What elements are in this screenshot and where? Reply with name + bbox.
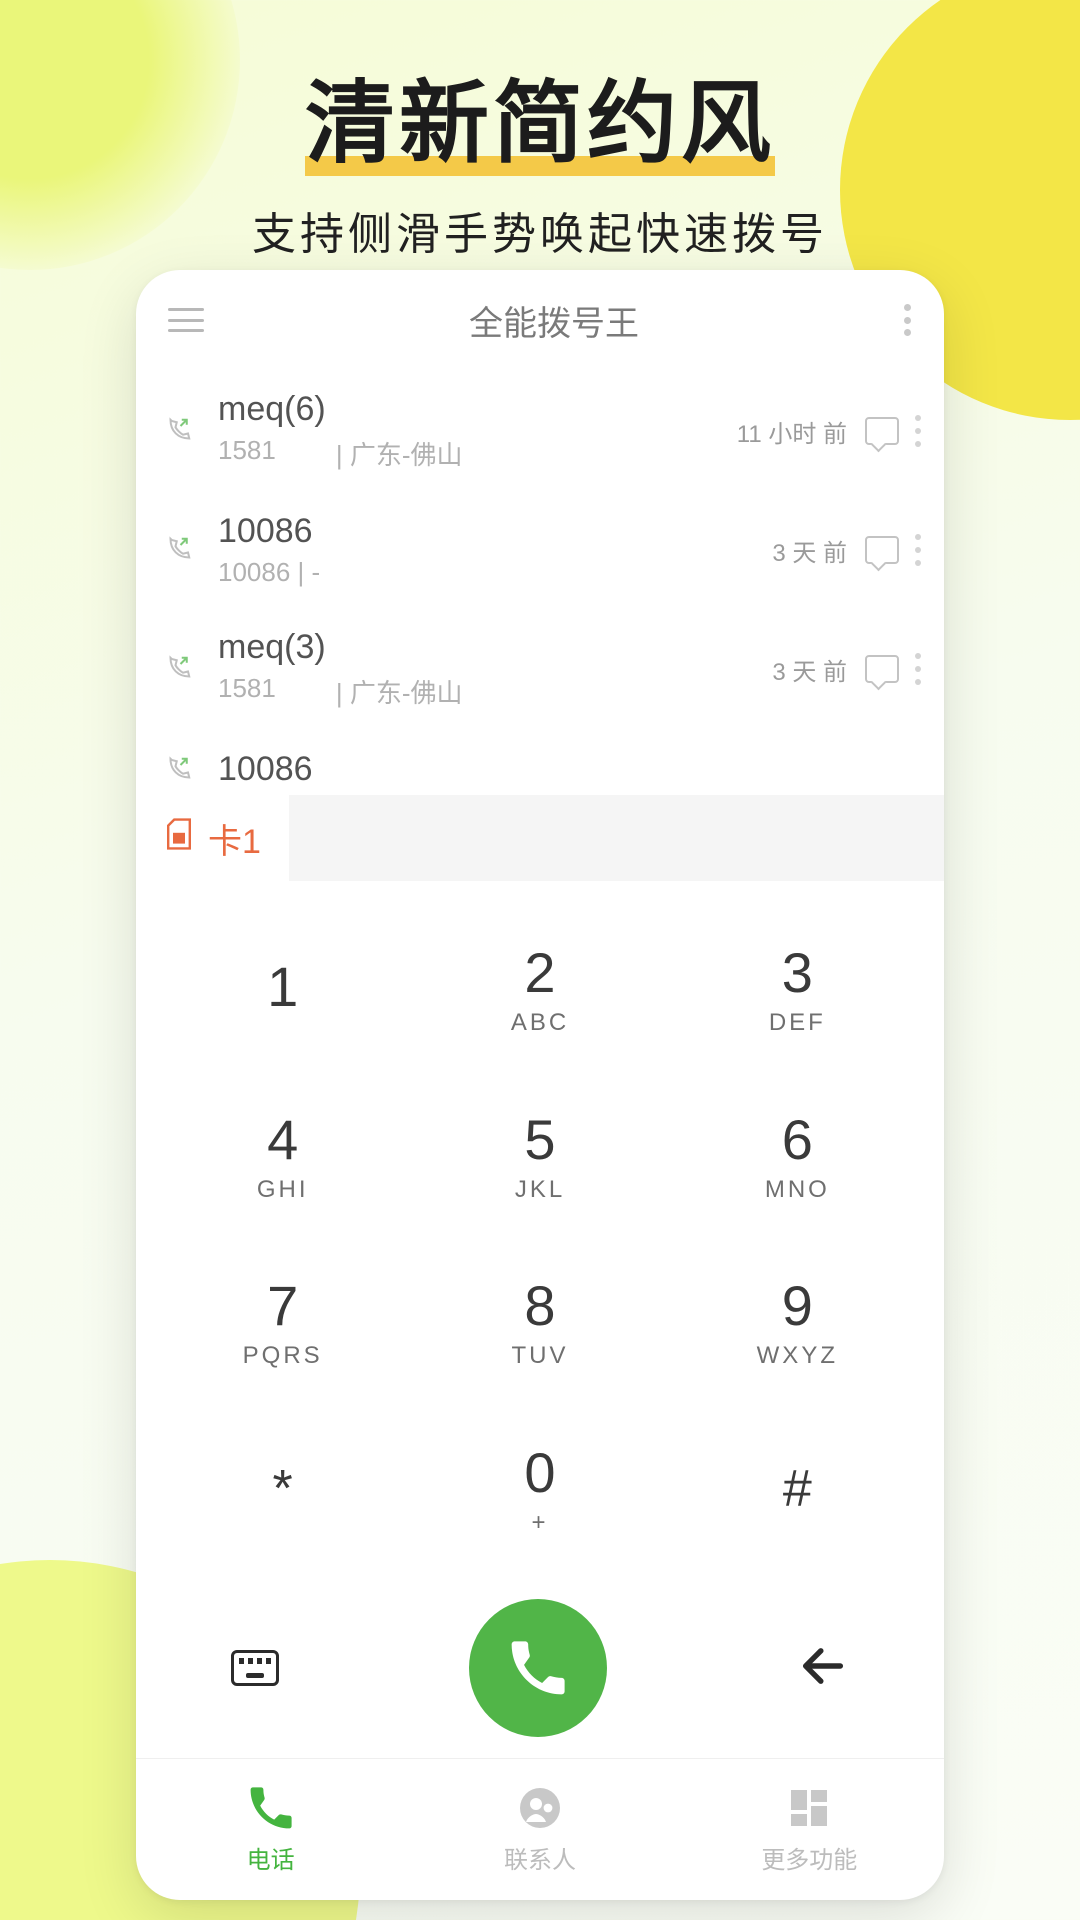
promo-subtitle: 支持侧滑手势唤起快速拨号: [0, 198, 1080, 262]
menu-icon[interactable]: [168, 308, 204, 332]
key-2[interactable]: 2ABC: [411, 905, 668, 1072]
key-1[interactable]: 1: [154, 905, 411, 1072]
promo-title: 清新简约风: [305, 50, 775, 180]
call-location: | 广东-佛山: [336, 673, 463, 710]
key-5[interactable]: 5JKL: [411, 1072, 668, 1239]
row-overflow-icon[interactable]: [915, 534, 922, 566]
call-log-row[interactable]: 10086: [136, 730, 944, 795]
call-name: meq(3): [218, 628, 772, 667]
outgoing-call-icon: [158, 535, 198, 565]
key-8[interactable]: 8TUV: [411, 1239, 668, 1406]
backspace-icon[interactable]: [797, 1640, 849, 1697]
key-3[interactable]: 3DEF: [669, 905, 926, 1072]
tab-label: 联系人: [504, 1840, 576, 1875]
bottom-tabbar: 电话 联系人 更多功能: [136, 1758, 944, 1900]
sim-selector-bar: 卡1: [136, 795, 944, 881]
phone-frame: 全能拨号王 meq(6) 1581 | 广东-佛山 11 小时 前 10086 1…: [136, 270, 944, 1900]
call-time: 11 小时 前: [737, 414, 847, 449]
sim-card-chip[interactable]: 卡1: [136, 795, 289, 881]
call-time: 3 天 前: [772, 533, 847, 568]
message-icon[interactable]: [865, 536, 899, 564]
promo-headline: 清新简约风 支持侧滑手势唤起快速拨号: [0, 50, 1080, 262]
tab-more[interactable]: 更多功能: [675, 1759, 944, 1900]
app-bar: 全能拨号王: [136, 270, 944, 370]
key-6[interactable]: 6MNO: [669, 1072, 926, 1239]
call-name: 10086: [218, 750, 922, 789]
tab-phone[interactable]: 电话: [136, 1759, 405, 1900]
message-icon[interactable]: [865, 655, 899, 683]
keyboard-icon[interactable]: [231, 1650, 279, 1686]
call-location: | 广东-佛山: [336, 435, 463, 472]
outgoing-call-icon: [158, 755, 198, 785]
outgoing-call-icon: [158, 654, 198, 684]
app-title: 全能拨号王: [469, 296, 639, 345]
call-log-row[interactable]: 10086 10086 | - 3 天 前: [136, 492, 944, 608]
call-number: 10086 | -: [218, 557, 320, 588]
call-log-row[interactable]: meq(3) 1581 | 广东-佛山 3 天 前: [136, 608, 944, 730]
row-overflow-icon[interactable]: [915, 415, 922, 447]
dial-pad: 1 2ABC 3DEF 4GHI 5JKL 6MNO 7PQRS 8TUV 9W…: [136, 881, 944, 1578]
call-log-row[interactable]: meq(6) 1581 | 广东-佛山 11 小时 前: [136, 370, 944, 492]
key-9[interactable]: 9WXYZ: [669, 1239, 926, 1406]
key-7[interactable]: 7PQRS: [154, 1239, 411, 1406]
overflow-icon[interactable]: [904, 304, 912, 336]
key-hash[interactable]: #: [669, 1405, 926, 1572]
call-number: 1581: [218, 673, 276, 710]
call-number: 1581: [218, 435, 276, 472]
outgoing-call-icon: [158, 416, 198, 446]
row-overflow-icon[interactable]: [915, 653, 922, 685]
call-name: 10086: [218, 512, 772, 551]
tab-contacts[interactable]: 联系人: [405, 1759, 674, 1900]
sim-card-icon: [164, 816, 194, 861]
sim-label: 卡1: [208, 814, 261, 863]
key-4[interactable]: 4GHI: [154, 1072, 411, 1239]
tab-label: 更多功能: [761, 1840, 857, 1875]
dial-button[interactable]: [469, 1599, 607, 1737]
tab-label: 电话: [247, 1840, 295, 1875]
key-0[interactable]: 0+: [411, 1405, 668, 1572]
call-time: 3 天 前: [772, 652, 847, 687]
call-name: meq(6): [218, 390, 737, 429]
call-log-list: meq(6) 1581 | 广东-佛山 11 小时 前 10086 10086 |…: [136, 370, 944, 795]
message-icon[interactable]: [865, 417, 899, 445]
key-star[interactable]: *: [154, 1405, 411, 1572]
dial-action-row: [136, 1578, 944, 1758]
